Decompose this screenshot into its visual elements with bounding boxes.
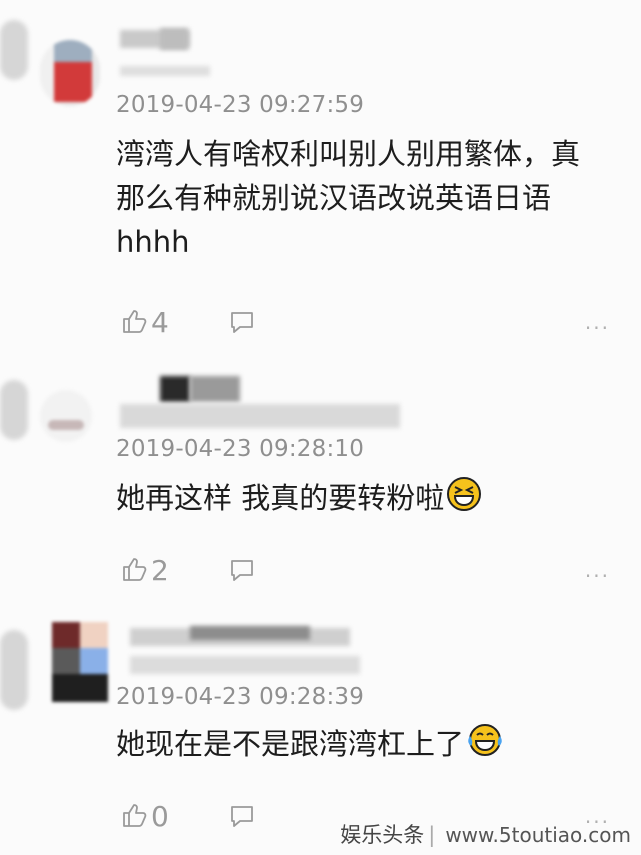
avatar[interactable]: [52, 622, 108, 702]
reply-button[interactable]: [228, 557, 256, 587]
like-count: 4: [151, 306, 169, 339]
like-count: 2: [151, 554, 169, 587]
like-button[interactable]: 2: [120, 554, 169, 587]
like-button[interactable]: 0: [120, 800, 169, 833]
more-dots-icon: ···: [584, 316, 610, 340]
watermark-separator: |: [428, 823, 436, 847]
comment-actions: 2 ···: [120, 554, 610, 588]
thumbs-up-icon: [120, 801, 148, 833]
reply-button[interactable]: [228, 309, 256, 339]
thumbs-up-icon: [120, 307, 148, 339]
grinning-squinting-face-icon: [446, 476, 482, 524]
user-meta-blurred: [130, 656, 360, 674]
comment-bubble-icon: [228, 806, 256, 833]
user-meta-blurred: [120, 66, 210, 76]
face-with-tears-of-joy-icon: [466, 722, 504, 770]
comment-bubble-icon: [228, 560, 256, 587]
blurred-edge: [0, 630, 28, 710]
avatar[interactable]: [40, 40, 100, 106]
comment-bubble-icon: [228, 312, 256, 339]
comment-actions: 4 ···: [120, 306, 610, 340]
like-button[interactable]: 4: [120, 306, 169, 339]
more-button[interactable]: ···: [585, 564, 610, 588]
comment-text: 她现在是不是跟湾湾杠上了: [116, 722, 596, 770]
comment-text-content: 她再这样 我真的要转粉啦: [116, 481, 445, 515]
avatar[interactable]: [40, 390, 92, 442]
watermark: 娱乐头条 | www.5toutiao.com: [340, 819, 631, 849]
watermark-site: www.5toutiao.com: [445, 823, 631, 847]
user-meta-blurred: [120, 404, 400, 428]
thumbs-up-icon: [120, 555, 148, 587]
reply-button[interactable]: [228, 803, 256, 833]
comment-timestamp: 2019-04-23 09:28:10: [116, 436, 365, 462]
blurred-edge: [0, 380, 28, 440]
username-blurred: [190, 376, 240, 402]
username-blurred: [190, 626, 310, 640]
username-blurred[interactable]: [160, 376, 190, 402]
more-button[interactable]: ···: [585, 316, 610, 340]
comment-item: 2019-04-23 09:28:10 她再这样 我真的要转粉啦 2 ···: [0, 350, 641, 610]
comment-text-content: 湾湾人有啥权利叫别人别用繁体，真那么有种就别说汉语改说英语日语hhhh: [116, 137, 581, 259]
like-count: 0: [151, 800, 169, 833]
more-dots-icon: ···: [584, 564, 610, 588]
comment-timestamp: 2019-04-23 09:27:59: [116, 92, 365, 118]
comment-text-content: 她现在是不是跟湾湾杠上了: [116, 727, 465, 761]
username-blurred: [160, 28, 188, 50]
comment-item: 2019-04-23 09:27:59 湾湾人有啥权利叫别人别用繁体，真那么有种…: [0, 0, 641, 350]
watermark-brand: 娱乐头条: [340, 823, 425, 847]
comment-text: 湾湾人有啥权利叫别人别用繁体，真那么有种就别说汉语改说英语日语hhhh: [116, 132, 596, 264]
comment-timestamp: 2019-04-23 09:28:39: [116, 684, 365, 710]
comment-text: 她再这样 我真的要转粉啦: [116, 476, 596, 524]
blurred-edge: [0, 20, 28, 80]
